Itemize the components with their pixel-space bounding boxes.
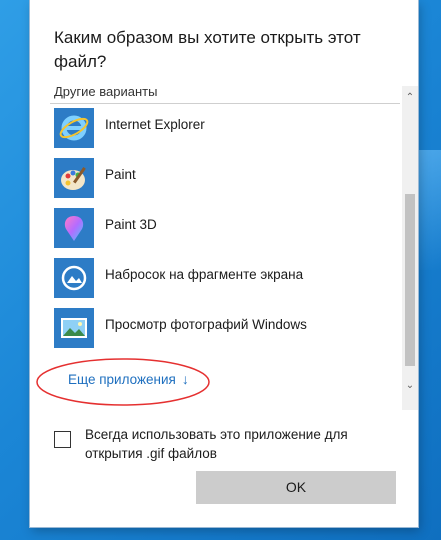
scroll-down-icon[interactable]: ⌄ bbox=[402, 378, 418, 394]
divider bbox=[50, 103, 400, 104]
more-apps-link[interactable]: Еще приложения ↓ bbox=[68, 371, 189, 387]
open-with-dialog: Каким образом вы хотите открыть этот фай… bbox=[30, 0, 418, 527]
app-item-internet-explorer[interactable]: Internet Explorer bbox=[50, 108, 400, 158]
snip-sketch-icon bbox=[54, 258, 94, 298]
app-label: Paint bbox=[105, 167, 136, 182]
scroll-up-icon[interactable]: ⌃ bbox=[402, 90, 418, 106]
internet-explorer-icon bbox=[54, 108, 94, 148]
app-label: Internet Explorer bbox=[105, 117, 205, 132]
photo-viewer-icon bbox=[54, 308, 94, 348]
app-list: Internet Explorer Paint Paint 3D Набросо… bbox=[50, 108, 400, 358]
ok-button[interactable]: OK bbox=[196, 471, 396, 504]
arrow-down-icon: ↓ bbox=[181, 371, 189, 387]
app-label: Набросок на фрагменте экрана bbox=[105, 267, 304, 282]
app-item-photo-viewer[interactable]: Просмотр фотографий Windows bbox=[50, 308, 400, 358]
always-use-checkbox[interactable] bbox=[54, 431, 71, 448]
app-item-snip-sketch[interactable]: Набросок на фрагменте экрана bbox=[50, 258, 400, 308]
paint-3d-icon bbox=[54, 208, 94, 248]
more-apps-label: Еще приложения bbox=[68, 372, 176, 387]
app-item-paint[interactable]: Paint bbox=[50, 158, 400, 208]
app-label: Просмотр фотографий Windows bbox=[105, 317, 307, 332]
dialog-title: Каким образом вы хотите открыть этот фай… bbox=[54, 28, 361, 71]
scrollbar[interactable]: ⌃ ⌄ bbox=[402, 86, 418, 410]
scroll-thumb[interactable] bbox=[405, 194, 415, 366]
app-label: Paint 3D bbox=[105, 217, 157, 232]
paint-icon bbox=[54, 158, 94, 198]
app-item-paint-3d[interactable]: Paint 3D bbox=[50, 208, 400, 258]
always-use-label: Всегда использовать это приложение для о… bbox=[85, 427, 348, 461]
other-options-label: Другие варианты bbox=[54, 84, 158, 99]
